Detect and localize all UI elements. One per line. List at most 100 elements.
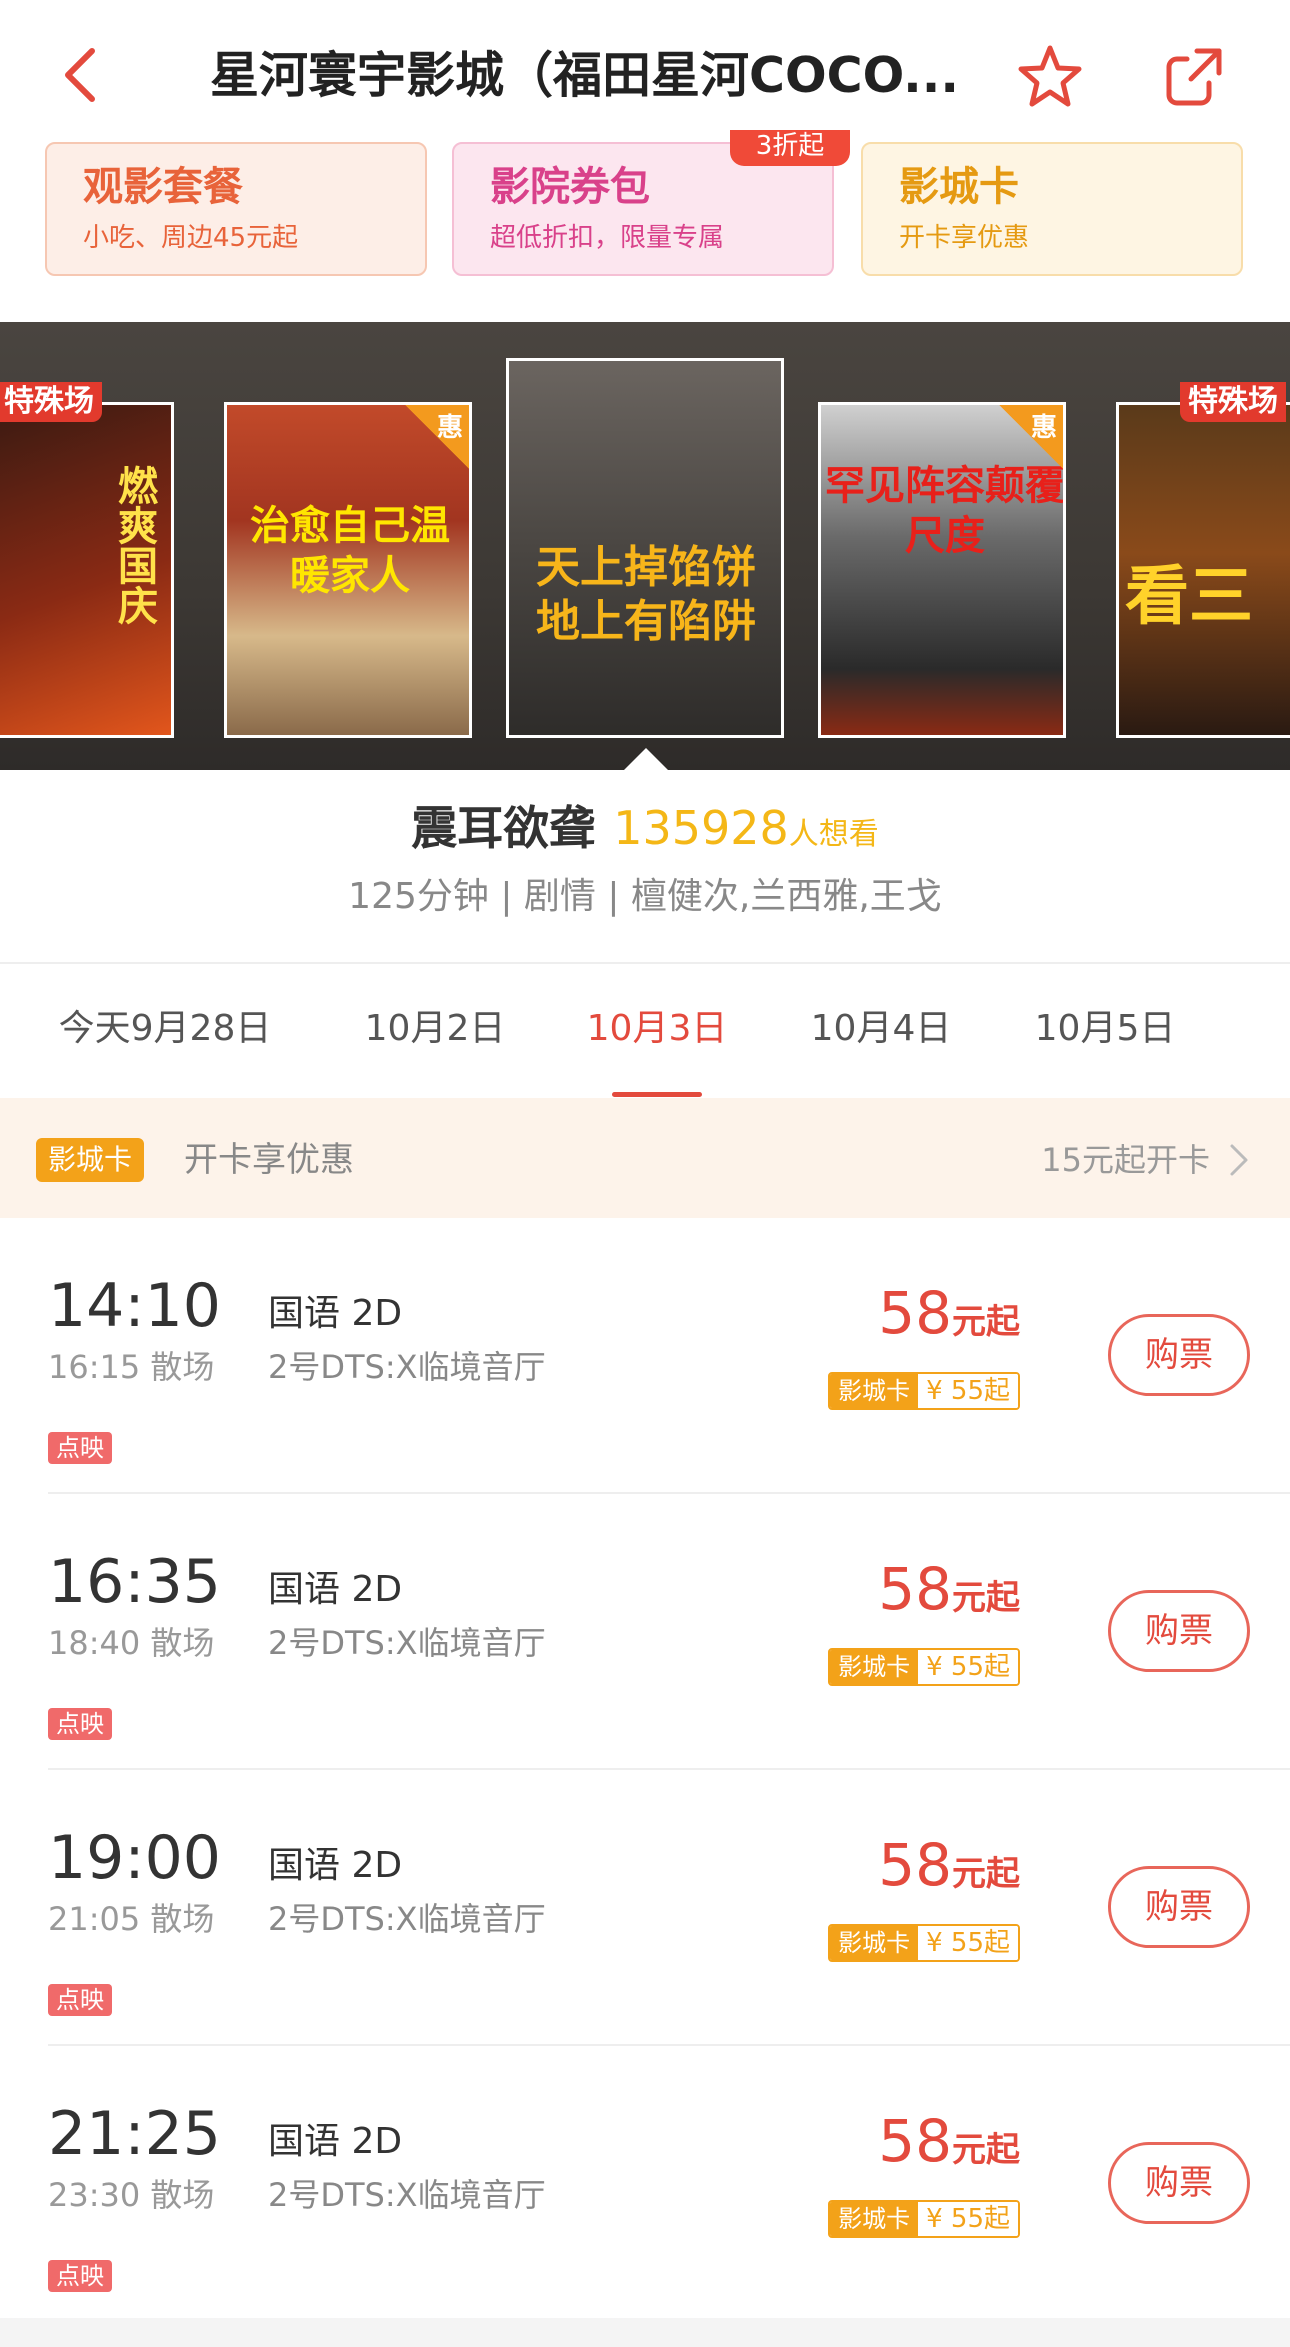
promo-row: 观影套餐 小吃、周边45元起 影院券包 超低折扣，限量专属 影城卡 开卡享优惠	[0, 140, 1290, 322]
member-label: 影城卡	[830, 1650, 919, 1684]
poster-text: 燃爽国庆	[111, 465, 157, 625]
promo-cinema-card[interactable]: 影城卡 开卡享优惠	[861, 142, 1243, 276]
special-screening-tag: 特殊场	[1180, 382, 1286, 422]
price-value: 58	[878, 1555, 952, 1623]
end-time: 18:40 散场	[48, 1624, 215, 1662]
buy-ticket-button[interactable]: 购票	[1108, 1590, 1250, 1672]
poster-text: 看三	[1125, 560, 1253, 634]
member-price: 影城卡 ¥ 55起	[828, 1924, 1020, 1962]
cinema-card-text: 开卡享优惠	[184, 1140, 354, 1180]
movie-poster[interactable]: 燃爽国庆	[0, 402, 174, 738]
share-icon	[1166, 48, 1222, 106]
cinema-card-price: 15元起开卡	[1041, 1141, 1210, 1179]
showtime-row[interactable]: 14:10 16:15 散场 点映 国语 2D 2号DTS:X临境音厅 58元起…	[0, 1218, 1290, 1494]
member-price-value: ¥ 55起	[918, 1374, 1018, 1408]
price-value: 58	[878, 2107, 952, 2175]
price-value: 58	[878, 1279, 952, 1347]
movie-poster-selected[interactable]: 天上掉馅饼地上有陷阱	[506, 358, 784, 738]
start-time: 19:00	[48, 1823, 221, 1893]
movie-details: 125分钟 | 剧情 | 檀健次,兰西雅,王戈	[348, 876, 942, 917]
movie-poster[interactable]: 看三	[1116, 402, 1290, 738]
poster-text: 罕见阵容颠覆尺度	[825, 463, 1065, 559]
date-tab[interactable]: 今天9月28日	[40, 964, 290, 1098]
chevron-right-icon	[1230, 1144, 1248, 1176]
hall-name: 2号DTS:X临境音厅	[268, 1900, 546, 1938]
price: 58元起	[878, 2106, 1020, 2191]
buy-ticket-button[interactable]: 购票	[1108, 2142, 1250, 2224]
date-tab[interactable]: 10月4日	[786, 964, 976, 1098]
discount-corner: 惠	[999, 405, 1063, 469]
cinema-card-bar[interactable]: 影城卡 开卡享优惠 15元起开卡	[0, 1098, 1290, 1218]
discount-corner: 惠	[405, 405, 469, 469]
member-price-value: ¥ 55起	[918, 2202, 1018, 2236]
poster-carousel[interactable]: 燃爽国庆 特殊场 治愈自己温暖家人 惠 天上掉馅饼地上有陷阱 罕见阵容颠覆尺度 …	[0, 322, 1290, 770]
preview-tag: 点映	[48, 1708, 112, 1740]
promo-subtitle: 开卡享优惠	[899, 223, 1030, 253]
price-value: 58	[878, 1831, 952, 1899]
favorite-button[interactable]	[1012, 38, 1088, 114]
chevron-left-icon	[65, 48, 95, 102]
member-label: 影城卡	[830, 2202, 919, 2236]
member-label: 影城卡	[830, 1926, 919, 1960]
end-time: 16:15 散场	[48, 1348, 215, 1386]
language-format: 国语 2D	[268, 1845, 403, 1886]
preview-tag: 点映	[48, 1432, 112, 1464]
preview-tag: 点映	[48, 2260, 112, 2292]
showtime-row[interactable]: 16:35 18:40 散场 点映 国语 2D 2号DTS:X临境音厅 58元起…	[0, 1494, 1290, 1770]
discount-corner-label: 惠	[436, 413, 463, 443]
member-price: 影城卡 ¥ 55起	[828, 1372, 1020, 1410]
start-time: 14:10	[48, 1271, 221, 1341]
discount-badge: 3折起	[730, 130, 850, 166]
hall-name: 2号DTS:X临境音厅	[268, 1348, 546, 1386]
member-price-value: ¥ 55起	[918, 1926, 1018, 1960]
buy-ticket-button[interactable]: 购票	[1108, 1314, 1250, 1396]
promo-subtitle: 小吃、周边45元起	[83, 223, 299, 253]
movie-info[interactable]: 震耳欲聋 135928人想看 125分钟 | 剧情 | 檀健次,兰西雅,王戈	[0, 770, 1290, 962]
hall-name: 2号DTS:X临境音厅	[268, 2176, 546, 2214]
cinema-card-badge: 影城卡	[36, 1138, 145, 1182]
price: 58元起	[878, 1554, 1020, 1639]
poster-text: 天上掉馅饼地上有陷阱	[536, 542, 756, 647]
want-label: 人想看	[788, 817, 879, 852]
end-time: 23:30 散场	[48, 2176, 215, 2214]
price: 58元起	[878, 1278, 1020, 1363]
selected-pointer	[622, 748, 670, 772]
date-tab[interactable]: 10月5日	[1010, 964, 1200, 1098]
showtime-list: 14:10 16:15 散场 点映 国语 2D 2号DTS:X临境音厅 58元起…	[0, 1218, 1290, 2318]
start-time: 21:25	[48, 2099, 221, 2169]
member-price-value: ¥ 55起	[918, 1650, 1018, 1684]
price-unit: 元起	[952, 1302, 1020, 1342]
price-unit: 元起	[952, 2130, 1020, 2170]
date-tabs: 今天9月28日 10月2日 10月3日 10月4日 10月5日	[0, 962, 1290, 1098]
discount-corner-label: 惠	[1030, 413, 1057, 443]
poster-text: 治愈自己温暖家人	[250, 503, 450, 599]
date-tab[interactable]: 10月2日	[340, 964, 530, 1098]
promo-title: 影院券包	[490, 164, 650, 210]
language-format: 国语 2D	[268, 2121, 403, 2162]
share-button[interactable]	[1156, 38, 1232, 114]
top-bar: 星河寰宇影城（福田星河COCO...	[0, 0, 1290, 140]
member-price: 影城卡 ¥ 55起	[828, 1648, 1020, 1686]
end-time: 21:05 散场	[48, 1900, 215, 1938]
language-format: 国语 2D	[268, 1569, 403, 1610]
member-label: 影城卡	[830, 1374, 919, 1408]
special-screening-tag: 特殊场	[0, 382, 102, 422]
hall-name: 2号DTS:X临境音厅	[268, 1624, 546, 1662]
showtime-row[interactable]: 21:25 23:30 散场 点映 国语 2D 2号DTS:X临境音厅 58元起…	[0, 2046, 1290, 2322]
back-button[interactable]	[50, 40, 110, 110]
promo-snack-package[interactable]: 观影套餐 小吃、周边45元起	[45, 142, 427, 276]
buy-ticket-button[interactable]: 购票	[1108, 1866, 1250, 1948]
start-time: 16:35	[48, 1547, 221, 1617]
price-unit: 元起	[952, 1854, 1020, 1894]
promo-subtitle: 超低折扣，限量专属	[490, 223, 725, 253]
active-date-indicator	[612, 1092, 702, 1097]
promo-title: 影城卡	[899, 164, 1019, 210]
language-format: 国语 2D	[268, 1293, 403, 1334]
movie-poster[interactable]: 罕见阵容颠覆尺度 惠	[818, 402, 1066, 738]
movie-name: 震耳欲聋	[411, 801, 596, 855]
showtime-row[interactable]: 19:00 21:05 散场 点映 国语 2D 2号DTS:X临境音厅 58元起…	[0, 1770, 1290, 2046]
date-tab-active[interactable]: 10月3日	[562, 964, 752, 1098]
cinema-title: 星河寰宇影城（福田星河COCO...	[210, 47, 959, 104]
price: 58元起	[878, 1830, 1020, 1915]
movie-poster[interactable]: 治愈自己温暖家人 惠	[224, 402, 472, 738]
